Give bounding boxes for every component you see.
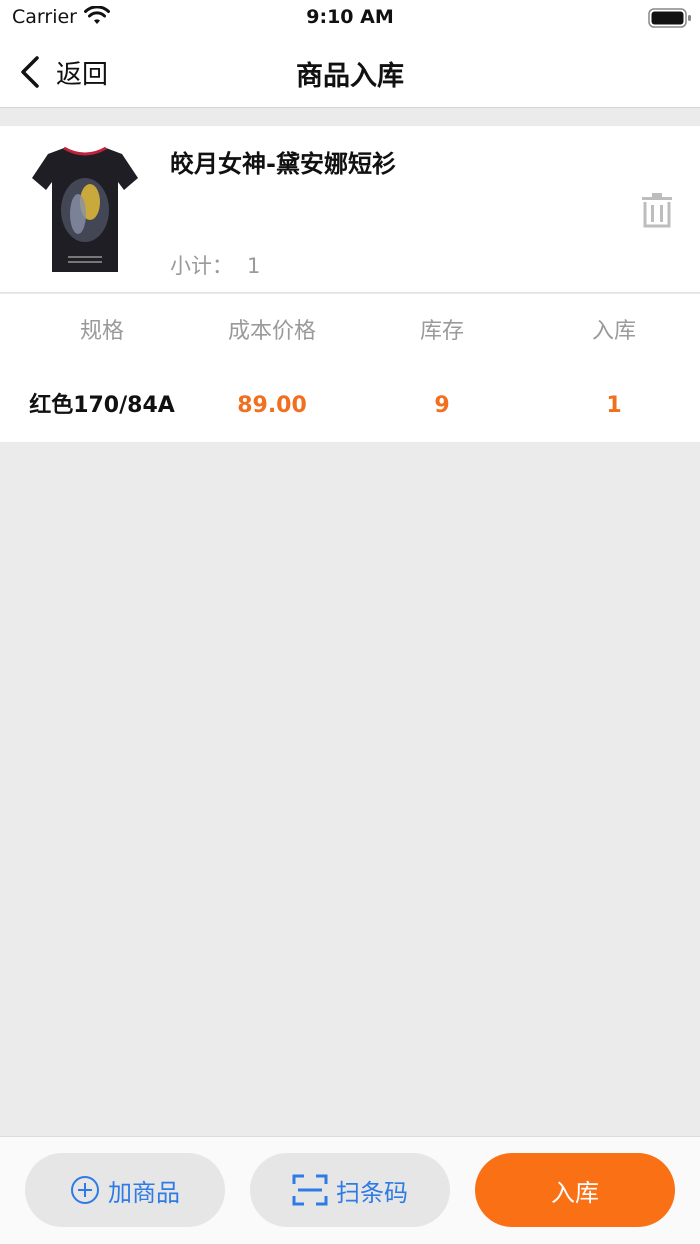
table-row: 红色170/84A 89.00 9 1 bbox=[0, 386, 700, 426]
clock: 9:10 AM bbox=[306, 6, 394, 28]
subtotal-label: 小计： bbox=[170, 254, 233, 278]
bottom-bar: 加商品 扫条码 入库 bbox=[0, 1136, 700, 1244]
add-product-label: 加商品 bbox=[108, 1178, 180, 1207]
nav-bar: 返回 商品入库 bbox=[0, 36, 700, 108]
in-stock-quantity[interactable]: 1 bbox=[528, 386, 700, 426]
scan-barcode-label: 扫条码 bbox=[336, 1178, 408, 1207]
add-product-button[interactable]: 加商品 bbox=[25, 1153, 225, 1227]
product-name: 皎月女神-黛安娜短衫 bbox=[170, 150, 396, 178]
page-title: 商品入库 bbox=[296, 61, 404, 92]
subtotal-value: 1 bbox=[247, 254, 261, 278]
spec-table-header: 规格 成本价格 库存 入库 bbox=[0, 312, 700, 352]
spec-value: 红色170/84A bbox=[29, 393, 175, 418]
cost-value: 89.00 bbox=[237, 393, 307, 418]
product-card: 皎月女神-黛安娜短衫 小计： 1 bbox=[0, 126, 700, 293]
status-bar: Carrier 9:10 AM bbox=[0, 0, 700, 36]
battery-icon bbox=[648, 8, 691, 28]
header-spec: 规格 bbox=[79, 319, 124, 344]
plus-circle-icon bbox=[71, 1176, 99, 1204]
spec-table: 规格 成本价格 库存 入库 红色170/84A 89.00 9 1 bbox=[0, 294, 700, 442]
header-in-stock: 入库 bbox=[591, 319, 636, 344]
subtotal: 小计： 1 bbox=[170, 250, 260, 280]
header-cost: 成本价格 bbox=[227, 319, 316, 344]
header-stock: 库存 bbox=[419, 319, 464, 344]
scan-icon bbox=[292, 1174, 328, 1206]
submit-stock-in-label: 入库 bbox=[551, 1178, 599, 1207]
scan-barcode-button[interactable]: 扫条码 bbox=[250, 1153, 450, 1227]
submit-stock-in-button[interactable]: 入库 bbox=[475, 1153, 675, 1227]
product-image bbox=[32, 146, 138, 272]
stock-value: 9 bbox=[434, 393, 450, 418]
trash-icon[interactable] bbox=[640, 192, 674, 228]
